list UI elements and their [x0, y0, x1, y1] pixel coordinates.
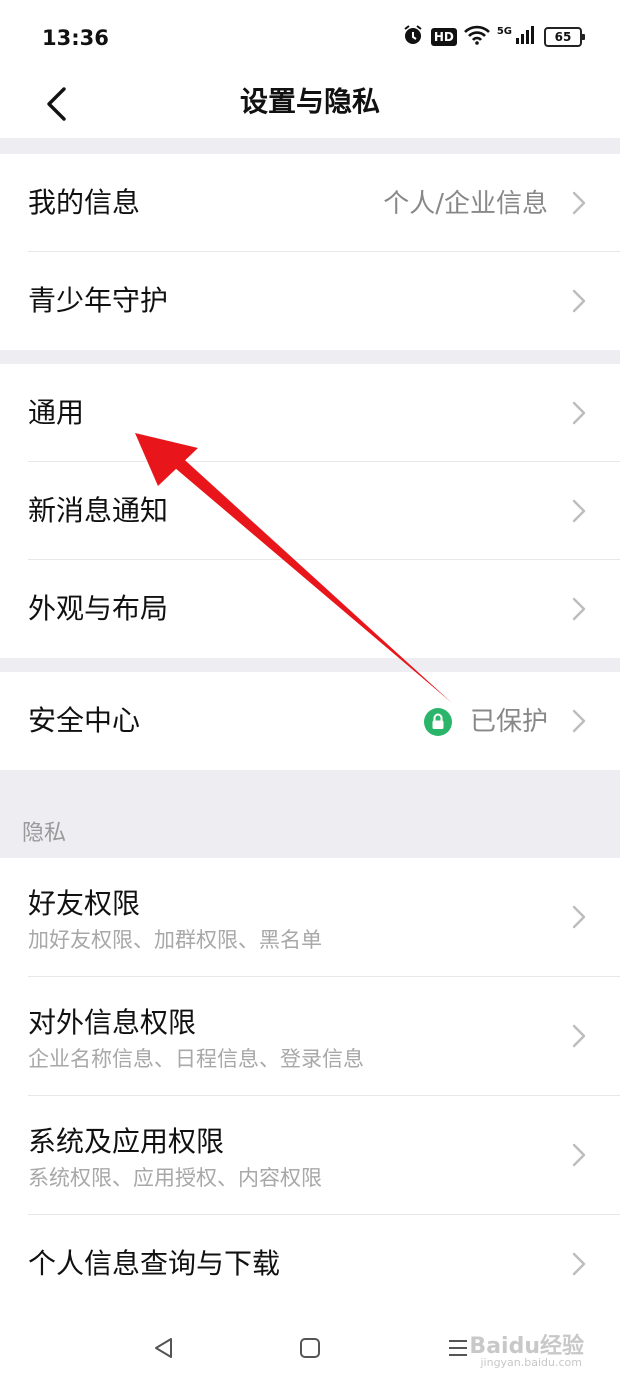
menu-item-friend-permissions[interactable]: 好友权限 加好友权限、加群权限、黑名单 [0, 858, 620, 977]
title-bar: 设置与隐私 [0, 70, 620, 138]
menu-item-my-info[interactable]: 我的信息 个人/企业信息 [0, 154, 620, 252]
menu-item-subtitle: 加好友权限、加群权限、黑名单 [28, 928, 322, 952]
menu-item-label: 新消息通知 [28, 494, 169, 527]
triangle-back-icon [155, 1338, 172, 1358]
system-nav-bar: Baidu经验 jingyan.baidu.com [0, 1310, 620, 1386]
menu-item-external-info-permissions[interactable]: 对外信息权限 企业名称信息、日程信息、登录信息 [0, 977, 620, 1096]
wifi-icon [463, 25, 490, 49]
menu-lines-icon [449, 1340, 467, 1356]
menu-item-label: 安全中心 [28, 704, 141, 737]
group-security: 安全中心 已保护 [0, 672, 620, 770]
menu-item-subtitle: 系统权限、应用授权、内容权限 [28, 1166, 322, 1190]
watermark-url: jingyan.baidu.com [480, 1356, 582, 1369]
alarm-icon [402, 24, 424, 50]
chevron-right-icon [572, 191, 586, 215]
menu-item-label: 系统及应用权限 [28, 1125, 225, 1158]
status-icons: HD 5G 65 [402, 24, 585, 50]
chevron-right-icon [572, 709, 586, 733]
menu-item-label: 好友权限 [28, 887, 141, 920]
group-account: 我的信息 个人/企业信息 青少年守护 [0, 154, 620, 350]
chevron-right-icon [572, 1252, 586, 1276]
menu-item-notifications[interactable]: 新消息通知 [0, 462, 620, 560]
menu-item-system-app-permissions[interactable]: 系统及应用权限 系统权限、应用授权、内容权限 [0, 1096, 620, 1215]
chevron-right-icon [572, 905, 586, 929]
menu-item-general[interactable]: 通用 [0, 364, 620, 462]
chevron-right-icon [572, 499, 586, 523]
menu-item-value: 个人/企业信息 [383, 189, 548, 219]
menu-item-youth-guard[interactable]: 青少年守护 [0, 252, 620, 350]
menu-item-label: 个人信息查询与下载 [28, 1247, 281, 1280]
menu-item-personal-info-download[interactable]: 个人信息查询与下载 [0, 1215, 620, 1313]
menu-item-subtitle: 企业名称信息、日程信息、登录信息 [28, 1047, 364, 1071]
chevron-right-icon [572, 1024, 586, 1048]
group-general: 通用 新消息通知 外观与布局 [0, 364, 620, 658]
security-status: 已保护 [469, 707, 548, 737]
menu-item-label: 我的信息 [28, 186, 141, 219]
nav-back-button[interactable] [146, 1330, 182, 1366]
square-home-icon [300, 1338, 320, 1358]
chevron-right-icon [572, 1143, 586, 1167]
menu-item-label: 外观与布局 [28, 592, 169, 625]
network-type: 5G [496, 25, 512, 37]
status-bar: 13:36 HD 5G 65 [0, 0, 620, 70]
battery-indicator: 65 [544, 27, 585, 47]
lock-icon [424, 708, 452, 736]
chevron-right-icon [572, 597, 586, 621]
status-time: 13:36 [42, 26, 109, 50]
menu-item-appearance[interactable]: 外观与布局 [0, 560, 620, 658]
menu-item-label: 青少年守护 [28, 284, 169, 317]
menu-item-label: 对外信息权限 [28, 1006, 197, 1039]
hd-badge: HD [430, 28, 457, 46]
chevron-right-icon [572, 401, 586, 425]
menu-item-label: 通用 [28, 396, 85, 429]
section-title-privacy: 隐私 [22, 821, 67, 846]
signal-icon [515, 25, 537, 49]
chevron-right-icon [572, 289, 586, 313]
page-title: 设置与隐私 [239, 85, 380, 118]
nav-home-button[interactable] [292, 1330, 328, 1366]
menu-item-security-center[interactable]: 安全中心 已保护 [0, 672, 620, 770]
group-privacy: 好友权限 加好友权限、加群权限、黑名单 对外信息权限 企业名称信息、日程信息、登… [0, 858, 620, 1313]
